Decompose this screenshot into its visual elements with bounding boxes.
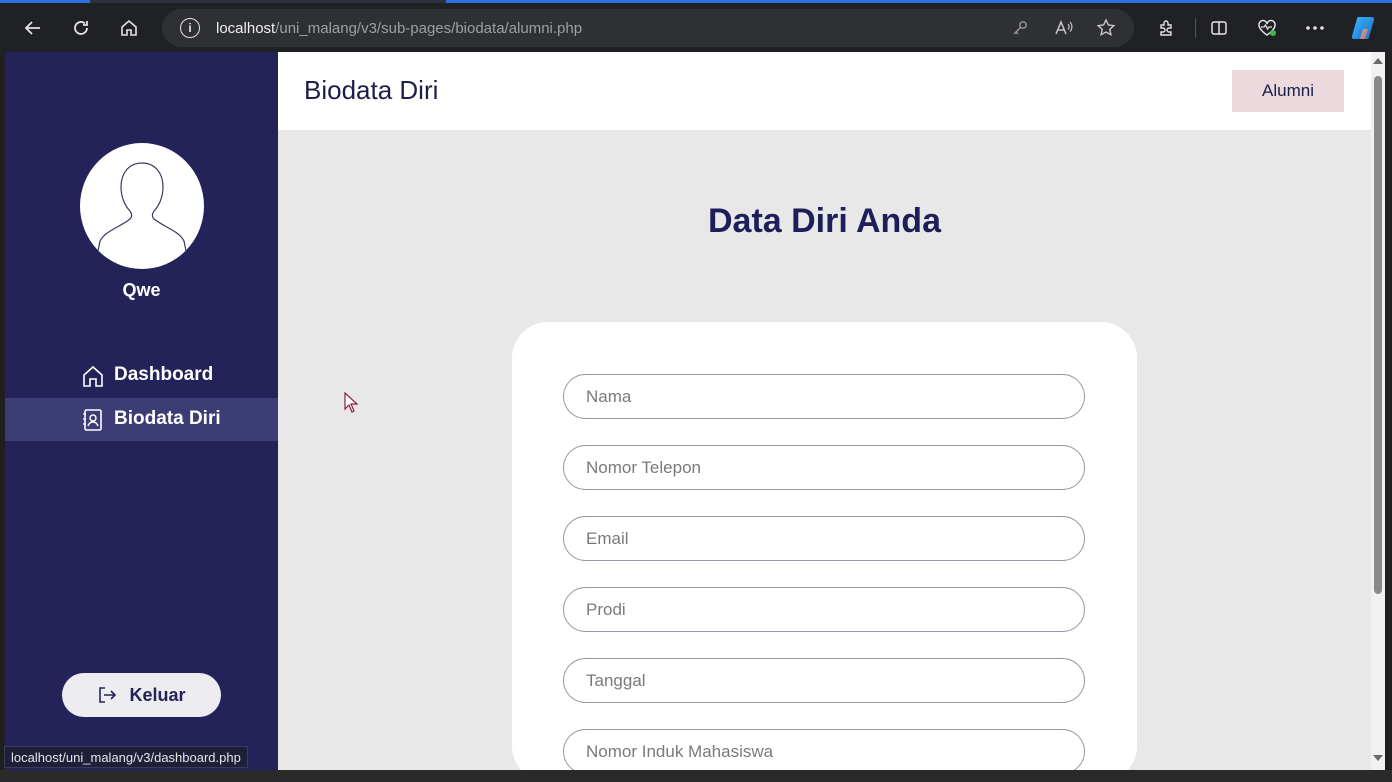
tanggal-field[interactable]	[563, 658, 1085, 703]
browser-toolbar: i localhost/uni_malang/v3/sub-pages/biod…	[0, 0, 1392, 56]
more-icon[interactable]	[1301, 14, 1329, 42]
read-aloud-icon[interactable]	[1054, 18, 1074, 38]
sidebar-item-label: Biodata Diri	[114, 408, 221, 429]
url-text[interactable]: localhost/uni_malang/v3/sub-pages/biodat…	[216, 20, 582, 37]
taskbar-edge	[0, 770, 1392, 782]
extensions-icon[interactable]	[1153, 14, 1181, 42]
key-icon[interactable]	[1010, 18, 1030, 38]
prodi-field[interactable]	[563, 587, 1085, 632]
scroll-down-icon[interactable]	[1373, 755, 1383, 761]
home-icon	[83, 365, 103, 387]
back-icon	[24, 21, 40, 35]
toolbar-divider	[1195, 18, 1196, 38]
tab-strip-accent	[0, 0, 1392, 3]
nama-field[interactable]	[563, 374, 1085, 419]
sidebar: Qwe Dashboard Biodata Diri Keluar	[5, 52, 278, 770]
tab-accent-right	[446, 0, 1392, 3]
biodata-form	[512, 322, 1137, 770]
home-icon	[121, 19, 137, 36]
scrollbar-thumb[interactable]	[1374, 76, 1382, 594]
back-button[interactable]	[17, 12, 49, 44]
favorite-star-icon[interactable]	[1096, 18, 1116, 38]
role-badge: Alumni	[1232, 70, 1344, 112]
vertical-scrollbar[interactable]	[1371, 52, 1385, 770]
refresh-icon	[74, 21, 88, 35]
url-path: /uni_malang/v3/sub-pages/biodata/alumni.…	[275, 19, 583, 37]
scroll-up-icon[interactable]	[1373, 58, 1383, 64]
nim-field[interactable]	[563, 729, 1085, 770]
split-screen-icon[interactable]	[1205, 14, 1233, 42]
sidebar-item-dashboard[interactable]: Dashboard	[5, 354, 278, 397]
mouse-cursor-icon	[344, 392, 359, 413]
link-status-tooltip: localhost/uni_malang/v3/dashboard.php	[4, 746, 248, 768]
sidebar-item-label: Dashboard	[114, 364, 214, 385]
page-header: Biodata Diri Alumni	[278, 52, 1371, 130]
logout-label: Keluar	[129, 684, 186, 705]
home-button[interactable]	[113, 12, 145, 44]
address-bar[interactable]: i localhost/uni_malang/v3/sub-pages/biod…	[162, 9, 1134, 47]
page-title: Biodata Diri	[304, 75, 439, 105]
user-silhouette-icon	[97, 162, 187, 252]
info-icon[interactable]: i	[180, 18, 200, 38]
email-field[interactable]	[563, 516, 1085, 561]
sidebar-item-biodata-diri[interactable]: Biodata Diri	[5, 398, 278, 441]
username: Qwe	[122, 280, 161, 300]
contact-book-icon	[83, 409, 102, 431]
avatar	[80, 143, 204, 269]
url-host: localhost	[216, 19, 276, 37]
logout-icon	[99, 687, 117, 703]
copilot-icon[interactable]	[1349, 14, 1377, 42]
page-viewport: Qwe Dashboard Biodata Diri Keluar Biodat…	[5, 52, 1371, 770]
health-icon[interactable]	[1253, 14, 1281, 42]
logout-button[interactable]: Keluar	[62, 673, 221, 717]
tab-accent-left	[0, 0, 90, 3]
refresh-button[interactable]	[65, 12, 97, 44]
nomor-telepon-field[interactable]	[563, 445, 1085, 490]
form-heading: Data Diri Anda	[707, 202, 941, 240]
